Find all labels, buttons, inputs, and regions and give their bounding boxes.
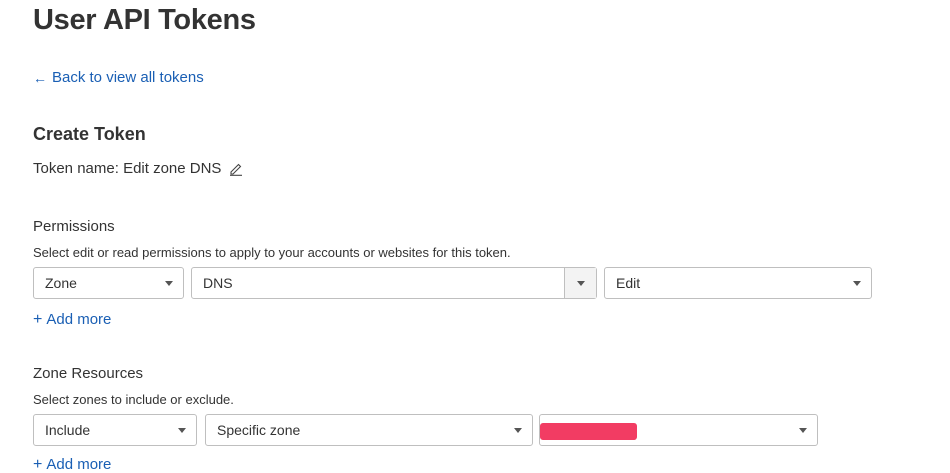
permission-access-value: Edit <box>616 275 641 291</box>
token-name-label: Token name: <box>33 160 119 177</box>
permissions-description: Select edit or read permissions to apply… <box>33 245 511 260</box>
permission-scope-value: Zone <box>45 275 77 291</box>
permission-resource-value: DNS <box>203 275 233 291</box>
zone-resources-add-more-link[interactable]: + Add more <box>33 456 111 473</box>
chevron-down-icon <box>165 280 173 286</box>
plus-icon: + <box>33 310 43 328</box>
pencil-icon[interactable] <box>229 162 243 176</box>
zone-mode-select[interactable]: Include <box>33 414 197 446</box>
permission-scope-select[interactable]: Zone <box>33 267 184 299</box>
redacted-zone-value <box>540 423 637 440</box>
chevron-down-icon <box>576 280 585 286</box>
chevron-down-icon <box>178 427 186 433</box>
add-more-label: Add more <box>46 311 112 328</box>
arrow-left-icon: ← <box>33 69 47 86</box>
token-name-value: Edit zone DNS <box>123 160 222 177</box>
page-title: User API Tokens <box>33 4 256 36</box>
create-token-heading: Create Token <box>33 124 146 144</box>
dropdown-toggle[interactable] <box>564 268 596 298</box>
zone-target-select[interactable]: Specific zone <box>205 414 533 446</box>
back-to-tokens-link[interactable]: ← Back to view all tokens <box>33 69 204 86</box>
permissions-add-more-link[interactable]: + Add more <box>33 311 111 328</box>
chevron-down-icon <box>853 280 861 286</box>
chevron-down-icon <box>799 427 807 433</box>
permission-access-select[interactable]: Edit <box>604 267 872 299</box>
zone-resources-heading: Zone Resources <box>33 365 144 382</box>
back-link-label: Back to view all tokens <box>52 69 204 86</box>
zone-mode-value: Include <box>45 422 91 438</box>
permissions-heading: Permissions <box>33 218 115 235</box>
chevron-down-icon <box>514 427 522 433</box>
plus-icon: + <box>33 455 43 473</box>
token-name-row: Token name: Edit zone DNS <box>33 160 243 177</box>
add-more-label: Add more <box>46 456 112 473</box>
zone-resources-description: Select zones to include or exclude. <box>33 392 234 407</box>
permission-resource-select[interactable]: DNS <box>191 267 597 299</box>
zone-select[interactable] <box>539 414 818 446</box>
zone-target-value: Specific zone <box>217 422 301 438</box>
